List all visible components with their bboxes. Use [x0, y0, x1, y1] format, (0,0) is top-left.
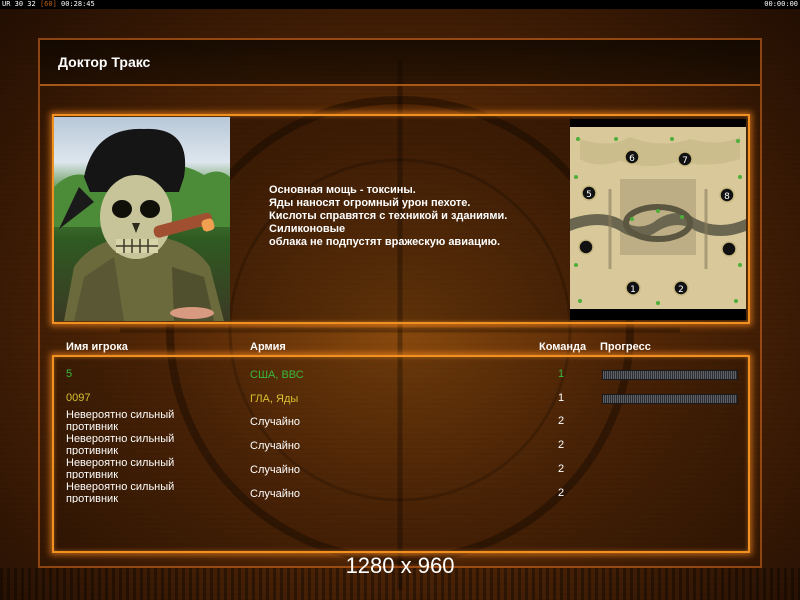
status-clock: 00:00:00	[764, 0, 798, 8]
description-line: Основная мощь - токсины.	[269, 184, 416, 196]
resolution-label: 1280 x 960	[345, 553, 455, 578]
header-army: Армия	[250, 341, 286, 353]
description-line: Яды наносят огромный урон пехоте.	[269, 197, 471, 209]
header-player-name: Имя игрока	[66, 341, 128, 353]
player-army: Случайно	[250, 488, 301, 500]
player-army: Случайно	[250, 416, 301, 428]
table-row: 5 США, ВВС 1	[0, 368, 800, 390]
player-army: Случайно	[250, 440, 301, 452]
start-position-label: 7	[682, 156, 688, 166]
status-bar: UR 30 32 [60] 00:28:45 00:00:00	[0, 0, 800, 9]
player-team: 2	[558, 439, 565, 451]
general-portrait	[54, 117, 230, 321]
player-army: ГЛА, Яды	[250, 393, 299, 405]
start-position-label: 8	[724, 192, 730, 202]
player-team: 2	[558, 487, 565, 499]
player-name: Невероятно сильный противник	[66, 457, 175, 479]
table-row: Невероятно сильный противник Случайно 2	[0, 409, 800, 431]
description-line: Кислоты справятся с техникой и зданиями.	[269, 210, 508, 222]
general-title: Доктор Тракс	[58, 54, 151, 70]
status-counters: UR 30 32	[2, 0, 36, 8]
description-line: облака не подпустят вражескую авиацию.	[269, 236, 501, 248]
table-row: Невероятно сильный противник Случайно 2	[0, 433, 800, 455]
description-line: Силиконовые	[269, 223, 346, 235]
player-name: Невероятно сильный противник	[66, 433, 175, 455]
header-team: Команда	[539, 341, 587, 353]
table-row: Невероятно сильный противник Случайно 2	[0, 457, 800, 479]
map-preview: 6 7 5 8 1 2	[570, 119, 746, 320]
player-team: 2	[558, 463, 565, 475]
player-name: Невероятно сильный противник	[66, 481, 175, 503]
player-team: 1	[558, 392, 565, 404]
loading-progress-bar	[602, 370, 738, 380]
start-position-label: 2	[678, 285, 684, 295]
status-fps: [60]	[39, 0, 57, 8]
header-progress: Прогресс	[600, 341, 651, 353]
start-position-label: 5	[586, 190, 592, 200]
player-name: Невероятно сильный противник	[66, 409, 175, 431]
status-elapsed-time: 00:28:45	[61, 0, 95, 8]
player-army: Случайно	[250, 464, 301, 476]
general-description: Основная мощь - токсины. Яды наносят огр…	[269, 184, 559, 249]
player-table-header: Имя игрока Армия Команда Прогресс	[0, 341, 800, 355]
start-position-label: 1	[630, 285, 636, 295]
loading-progress-bar	[602, 394, 738, 404]
start-position-label: 6	[629, 154, 635, 164]
player-name: 5	[66, 368, 73, 380]
player-team: 2	[558, 415, 565, 427]
player-team: 1	[558, 368, 565, 380]
table-row: Невероятно сильный противник Случайно 2	[0, 481, 800, 503]
player-army: США, ВВС	[250, 369, 304, 381]
